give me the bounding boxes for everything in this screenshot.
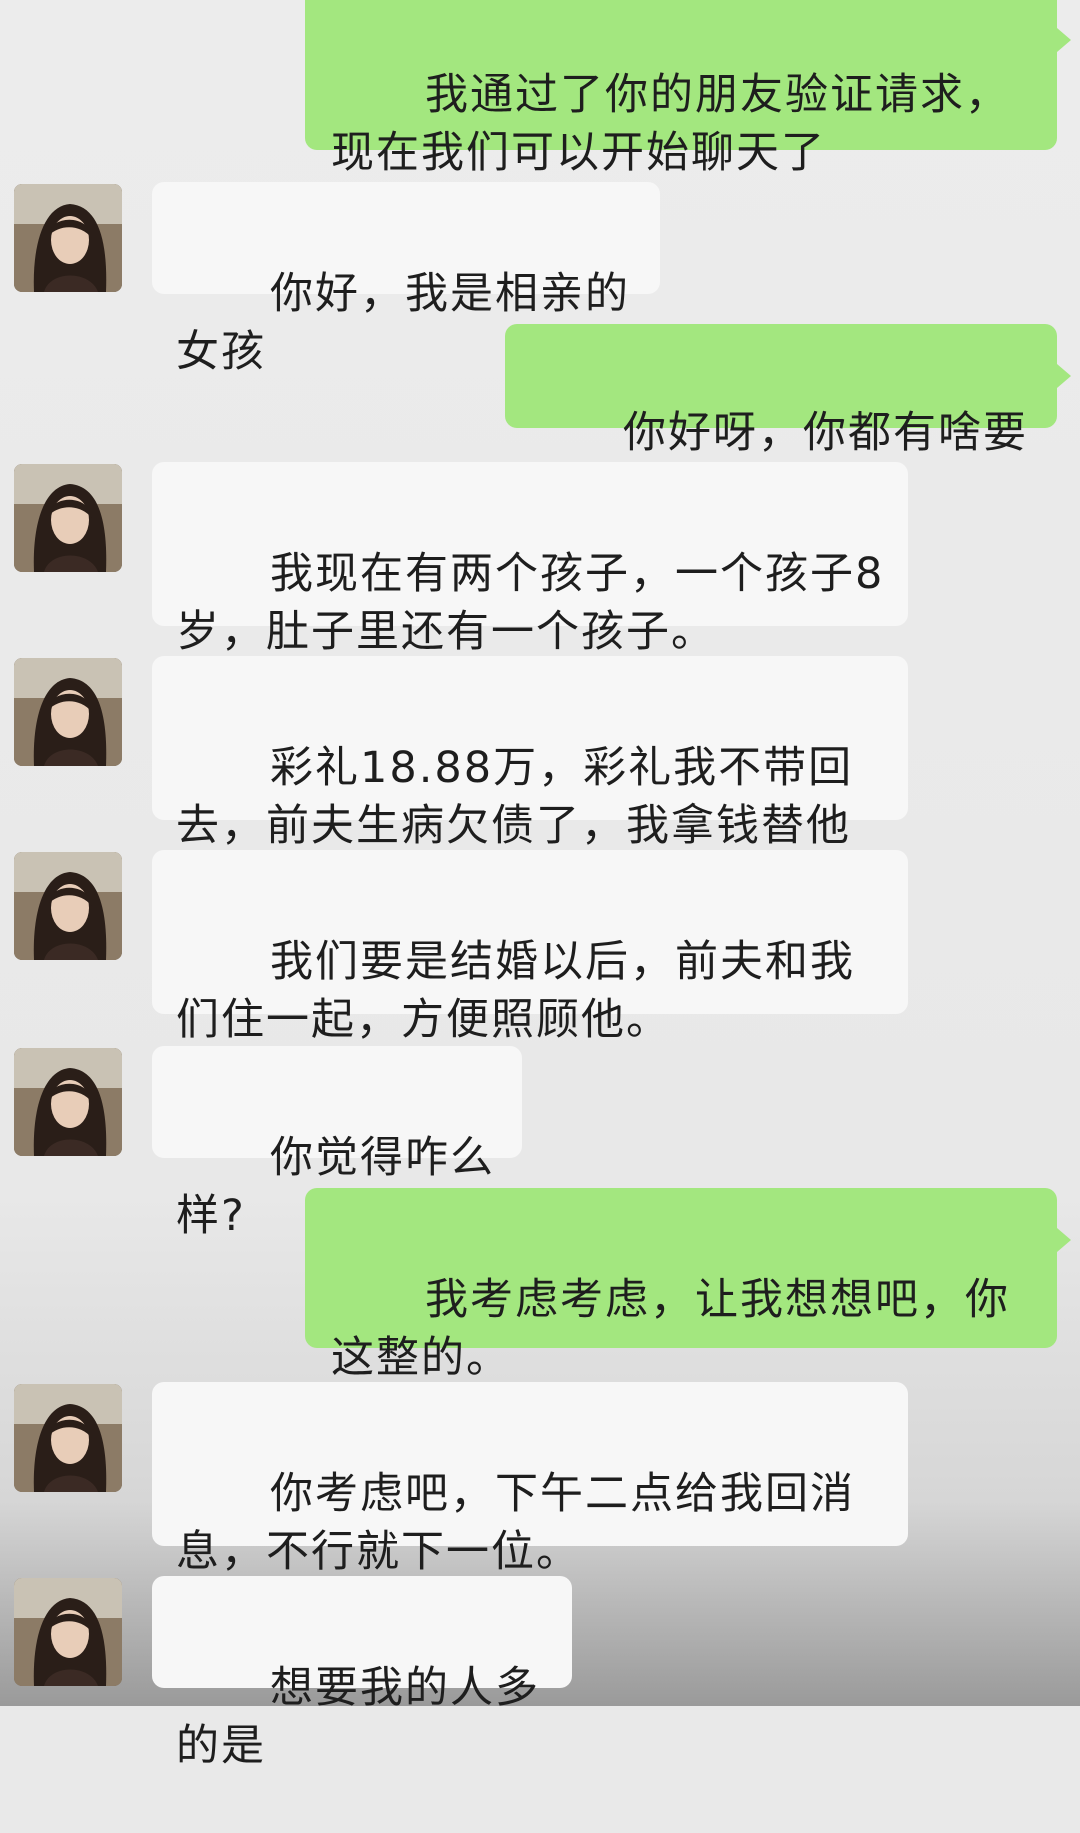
- avatar[interactable]: [14, 658, 122, 766]
- woman-portrait-avatar-icon: [14, 464, 122, 572]
- woman-portrait-avatar-icon: [14, 1384, 122, 1492]
- message-text: 想要我的人多的是: [176, 1663, 541, 1771]
- message-text: 我通过了你的朋友验证请求，现在我们可以开始聊天了: [331, 70, 1011, 178]
- chat-area[interactable]: 我通过了你的朋友验证请求，现在我们可以开始聊天了 你好，我是相亲的女孩 你好呀，…: [0, 0, 1080, 1771]
- bubble-tail: [1057, 28, 1071, 52]
- message-bubble-peer[interactable]: 彩礼18.88万，彩礼我不带回去，前夫生病欠债了，我拿钱替他还债: [152, 656, 908, 909]
- avatar[interactable]: [14, 1384, 122, 1492]
- avatar[interactable]: [14, 464, 122, 572]
- message-bubble-self[interactable]: 我考虑考虑，让我想想吧，你这整的。: [305, 1188, 1057, 1383]
- message-text: 我现在有两个孩子，一个孩子8岁，肚子里还有一个孩子。: [176, 549, 885, 657]
- bubble-tail: [1057, 364, 1071, 388]
- avatar[interactable]: [14, 184, 122, 292]
- message-text: 你考虑吧，下午二点给我回消息，不行就下一位。: [176, 1469, 856, 1577]
- message-bubble-self[interactable]: 你好呀，你都有啥要求吗: [505, 324, 1057, 516]
- woman-portrait-avatar-icon: [14, 1048, 122, 1156]
- message-bubble-peer[interactable]: 想要我的人多的是: [152, 1576, 572, 1771]
- message-text: 我考虑考虑，让我想想吧，你这整的。: [331, 1275, 1011, 1383]
- avatar[interactable]: [14, 852, 122, 960]
- message-bubble-self[interactable]: 我通过了你的朋友验证请求，现在我们可以开始聊天了: [305, 0, 1057, 178]
- message-bubble-peer[interactable]: 你觉得咋么样?: [152, 1046, 522, 1241]
- woman-portrait-avatar-icon: [14, 1578, 122, 1686]
- message-bubble-peer[interactable]: 你好，我是相亲的女孩: [152, 182, 660, 377]
- avatar[interactable]: [14, 1578, 122, 1686]
- message-text: 我们要是结婚以后，前夫和我们住一起，方便照顾他。: [176, 937, 856, 1045]
- bubble-tail: [1057, 1228, 1071, 1252]
- woman-portrait-avatar-icon: [14, 852, 122, 960]
- woman-portrait-avatar-icon: [14, 184, 122, 292]
- message-bubble-peer[interactable]: 我们要是结婚以后，前夫和我们住一起，方便照顾他。: [152, 850, 908, 1045]
- message-bubble-peer[interactable]: 你考虑吧，下午二点给我回消息，不行就下一位。: [152, 1382, 908, 1577]
- woman-portrait-avatar-icon: [14, 658, 122, 766]
- avatar[interactable]: [14, 1048, 122, 1156]
- message-bubble-peer[interactable]: 我现在有两个孩子，一个孩子8岁，肚子里还有一个孩子。: [152, 462, 908, 657]
